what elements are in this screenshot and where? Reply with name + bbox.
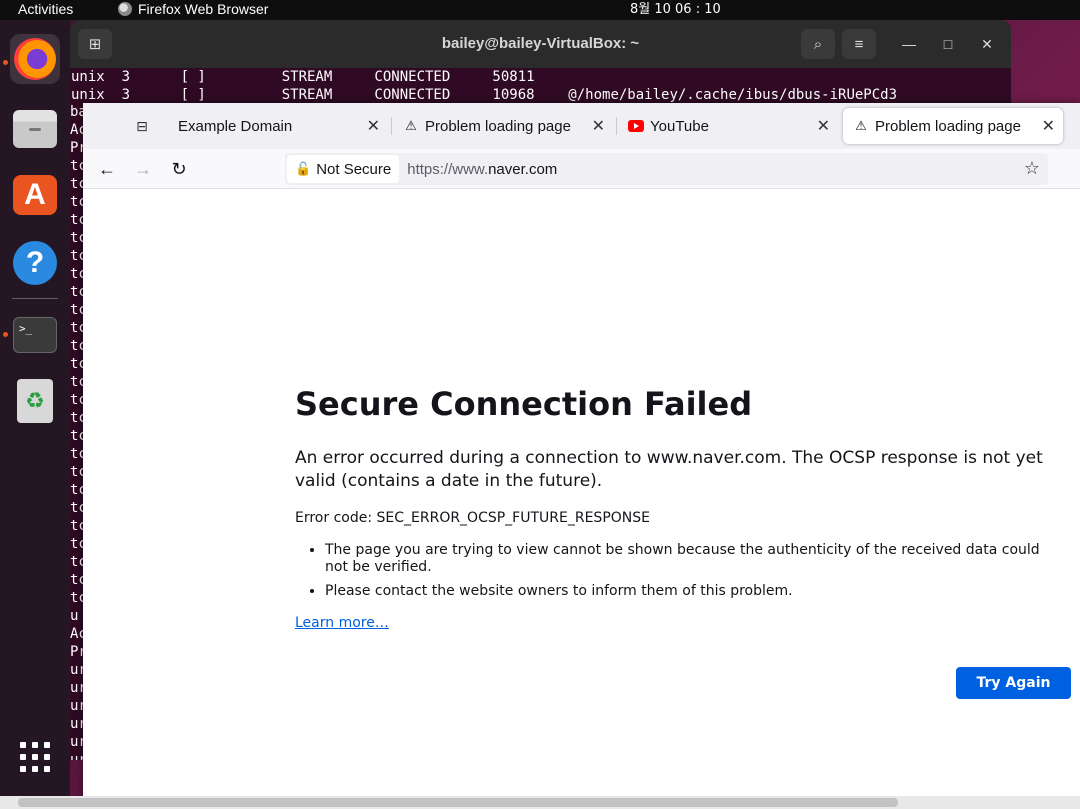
url-bar[interactable]: 🔓 Not Secure https://www.naver.com ☆ [285,153,1048,185]
error-code: Error code: SEC_ERROR_OCSP_FUTURE_RESPON… [295,510,650,526]
dock: A ? >_ ♻ [0,20,70,809]
learn-more-link[interactable]: Learn more… [295,615,389,631]
tab-close-icon[interactable]: ✕ [1042,116,1055,136]
forward-button[interactable]: → [131,157,155,181]
activities-button[interactable]: Activities [18,0,73,18]
tab-divider [391,117,392,135]
tab-youtube[interactable]: YouTube ✕ [618,108,838,144]
forward-arrow-icon: → [134,158,152,179]
help-icon: ? [13,241,57,285]
terminal-menu-button[interactable]: ≡ [842,29,876,59]
maximize-button[interactable]: □ [937,33,959,55]
firefox-mini-icon [118,2,132,16]
firefox-view-button[interactable]: ⊟ [129,115,155,137]
running-indicator [3,60,8,65]
error-details-list: The page you are trying to view cannot b… [325,542,1065,607]
dock-files[interactable] [10,104,60,154]
dock-terminal[interactable]: >_ [10,310,60,360]
try-again-button[interactable]: Try Again [956,667,1071,699]
hamburger-menu-icon: ≡ [854,35,864,53]
tab-close-icon[interactable]: ✕ [367,116,380,136]
site-security-indicator[interactable]: 🔓 Not Secure [287,155,400,183]
error-page: Secure Connection Failed An error occurr… [83,189,1080,809]
dock-show-apps[interactable] [10,732,60,782]
dock-trash[interactable]: ♻ [10,376,60,426]
dock-separator [12,298,58,299]
error-description: An error occurred during a connection to… [295,448,1043,491]
tab-divider [616,117,617,135]
warning-icon: ⚠ [855,118,867,133]
warning-icon: ⚠ [405,118,417,133]
tab-label: Example Domain [178,117,293,135]
terminal-header: ⊞ bailey@bailey-VirtualBox: ~ ⌕ ≡ — □ ✕ [70,20,1011,68]
navigation-toolbar: ← → ↻ 🔓 Not Secure https://www.naver.com… [83,149,1080,189]
tab-close-icon[interactable]: ✕ [592,116,605,136]
tab-label: Problem loading page [425,117,571,135]
scrollbar-thumb[interactable] [18,798,898,807]
firefox-icon [14,38,56,80]
minimize-icon: — [902,36,916,52]
insecure-lock-icon: 🔓 [295,161,312,176]
tab-problem-loading-1[interactable]: ⚠ Problem loading page ✕ [393,108,613,144]
dock-firefox[interactable] [10,34,60,84]
minimize-button[interactable]: — [898,33,920,55]
url-domain: naver.com [488,160,558,178]
not-secure-label: Not Secure [316,160,392,178]
files-icon [13,110,57,148]
clock[interactable]: 8월 10 06 : 10 [630,0,721,20]
top-bar: Activities Firefox Web Browser 8월 10 06 … [0,0,1080,20]
tab-label: Problem loading page [875,117,1021,135]
dock-help[interactable]: ? [10,238,60,288]
search-icon: ⌕ [813,35,823,53]
url-prefix: https://www. [407,160,489,178]
reload-button[interactable]: ↻ [167,157,191,181]
terminal-search-button[interactable]: ⌕ [801,29,835,59]
tab-problem-loading-2[interactable]: ⚠ Problem loading page ✕ [843,108,1063,144]
dock-app-center[interactable]: A [10,170,60,220]
terminal-line: unix 3 [ ] STREAM CONNECTED 50811 [71,69,535,85]
list-item: The page you are trying to view cannot b… [325,542,1065,576]
reload-icon: ↻ [171,158,187,179]
url-text[interactable]: https://www.naver.com [407,161,557,178]
bookmark-star-icon[interactable]: ☆ [1024,158,1040,179]
close-button[interactable]: ✕ [976,33,998,55]
back-button[interactable]: ← [95,157,119,181]
app-name-label: Firefox Web Browser [138,1,269,17]
running-indicator [3,332,8,337]
firefox-view-icon: ⊟ [136,117,148,134]
list-item: Please contact the website owners to inf… [325,583,1065,600]
youtube-icon [628,118,644,134]
close-icon: ✕ [981,35,993,52]
error-title: Secure Connection Failed [295,385,753,423]
tab-label: YouTube [650,117,709,135]
maximize-icon: □ [943,36,953,52]
tab-close-icon[interactable]: ✕ [817,116,830,136]
tab-bar: ⊟ Example Domain ✕ ⚠ Problem loading pag… [83,103,1080,149]
horizontal-scrollbar[interactable] [0,796,1080,809]
back-arrow-icon: ← [98,158,116,179]
firefox-window[interactable]: ⊟ Example Domain ✕ ⚠ Problem loading pag… [83,103,1080,809]
app-grid-icon [18,740,52,774]
trash-icon: ♻ [17,379,53,423]
app-store-icon: A [13,175,57,215]
terminal-line: unix 3 [ ] STREAM CONNECTED 10968 @/home… [71,87,898,103]
terminal-output[interactable]: unix 3 [ ] STREAM CONNECTED 50811 unix 3… [70,68,1011,104]
app-menu[interactable]: Firefox Web Browser [118,0,268,18]
terminal-icon: >_ [13,317,57,353]
tab-example-domain[interactable]: Example Domain ✕ [168,108,388,144]
